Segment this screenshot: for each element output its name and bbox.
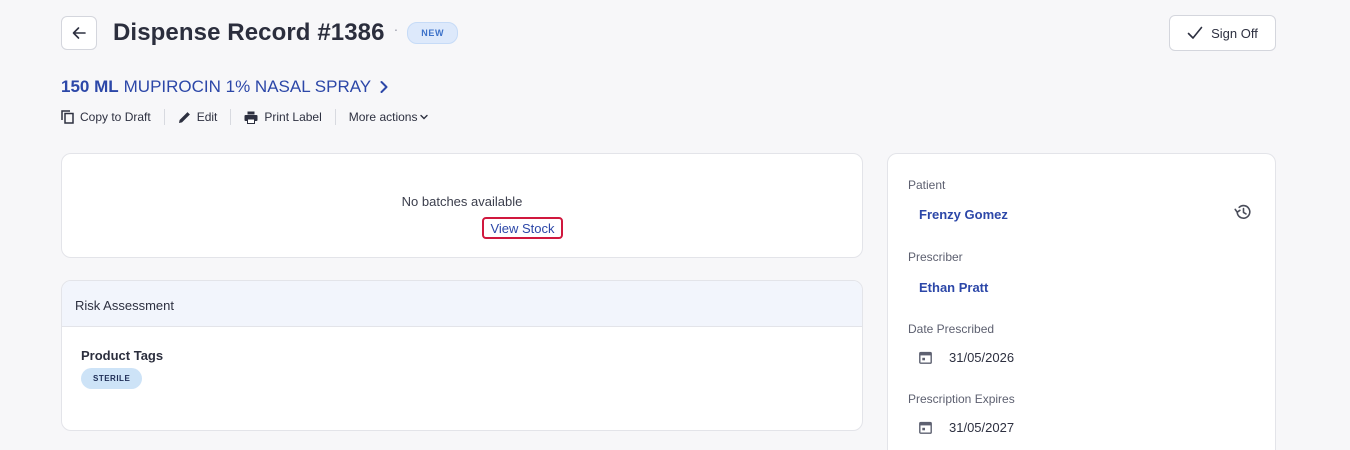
- status-badge: NEW: [407, 22, 459, 44]
- prescription-expires-field[interactable]: 31/05/2027: [919, 420, 1014, 435]
- action-divider: [230, 109, 232, 125]
- copy-to-draft-button[interactable]: Copy to Draft: [61, 110, 151, 124]
- prescription-expires-value: 31/05/2027: [949, 420, 1015, 435]
- action-divider: [163, 109, 165, 125]
- print-label-button[interactable]: Print Label: [244, 110, 322, 124]
- calendar-icon: [919, 421, 932, 434]
- view-stock-link[interactable]: View Stock: [482, 217, 563, 239]
- prescriber-label: Prescriber: [908, 250, 963, 264]
- no-batches-text: No batches available: [401, 194, 523, 209]
- page-title: Dispense Record #1386: [113, 19, 385, 46]
- arrow-left-icon: [72, 27, 86, 39]
- more-actions-dropdown[interactable]: More actions: [349, 110, 429, 124]
- sign-off-button[interactable]: Sign Off: [1169, 15, 1276, 51]
- print-label-text: Print Label: [264, 110, 322, 124]
- product-quantity: 150 ML: [61, 77, 119, 96]
- copy-icon: [61, 110, 74, 124]
- chevron-down-icon: [420, 114, 429, 120]
- edit-button[interactable]: Edit: [178, 110, 218, 124]
- date-prescribed-label: Date Prescribed: [908, 322, 995, 336]
- patient-name-link[interactable]: Frenzy Gomez: [919, 207, 1008, 222]
- product-tag: STERILE: [81, 368, 143, 389]
- action-divider: [334, 109, 336, 125]
- date-prescribed-field[interactable]: 31/05/2026: [919, 350, 1014, 365]
- more-actions-label: More actions: [348, 110, 418, 124]
- printer-icon: [244, 111, 258, 124]
- risk-assessment-title: Risk Assessment: [62, 281, 862, 327]
- edit-label: Edit: [196, 110, 218, 124]
- patient-label: Patient: [908, 178, 946, 192]
- chevron-right-icon: [379, 80, 389, 94]
- prescription-details-card: Patient Frenzy Gomez Prescriber Ethan Pr…: [887, 153, 1276, 450]
- copy-to-draft-label: Copy to Draft: [80, 110, 151, 124]
- product-tags-label: Product Tags: [81, 348, 164, 363]
- title-separator: ·: [393, 21, 399, 37]
- risk-assessment-card: Risk Assessment Product Tags STERILE: [61, 280, 863, 431]
- history-icon[interactable]: [1233, 202, 1253, 227]
- action-bar: Copy to Draft Edit Print Label More acti…: [61, 109, 429, 125]
- pencil-icon: [178, 111, 190, 123]
- calendar-icon: [919, 351, 932, 364]
- batches-card: No batches available View Stock: [61, 153, 863, 258]
- page-header: Dispense Record #1386 · NEW: [61, 16, 459, 50]
- product-link[interactable]: 150 ML MUPIROCIN 1% NASAL SPRAY: [61, 77, 389, 97]
- back-button[interactable]: [61, 16, 97, 50]
- prescription-expires-label: Prescription Expires: [908, 392, 1015, 406]
- prescriber-name-link[interactable]: Ethan Pratt: [919, 280, 988, 295]
- check-icon: [1187, 26, 1203, 39]
- sign-off-label: Sign Off: [1211, 25, 1258, 41]
- product-name: MUPIROCIN 1% NASAL SPRAY: [123, 77, 372, 96]
- date-prescribed-value: 31/05/2026: [949, 350, 1015, 365]
